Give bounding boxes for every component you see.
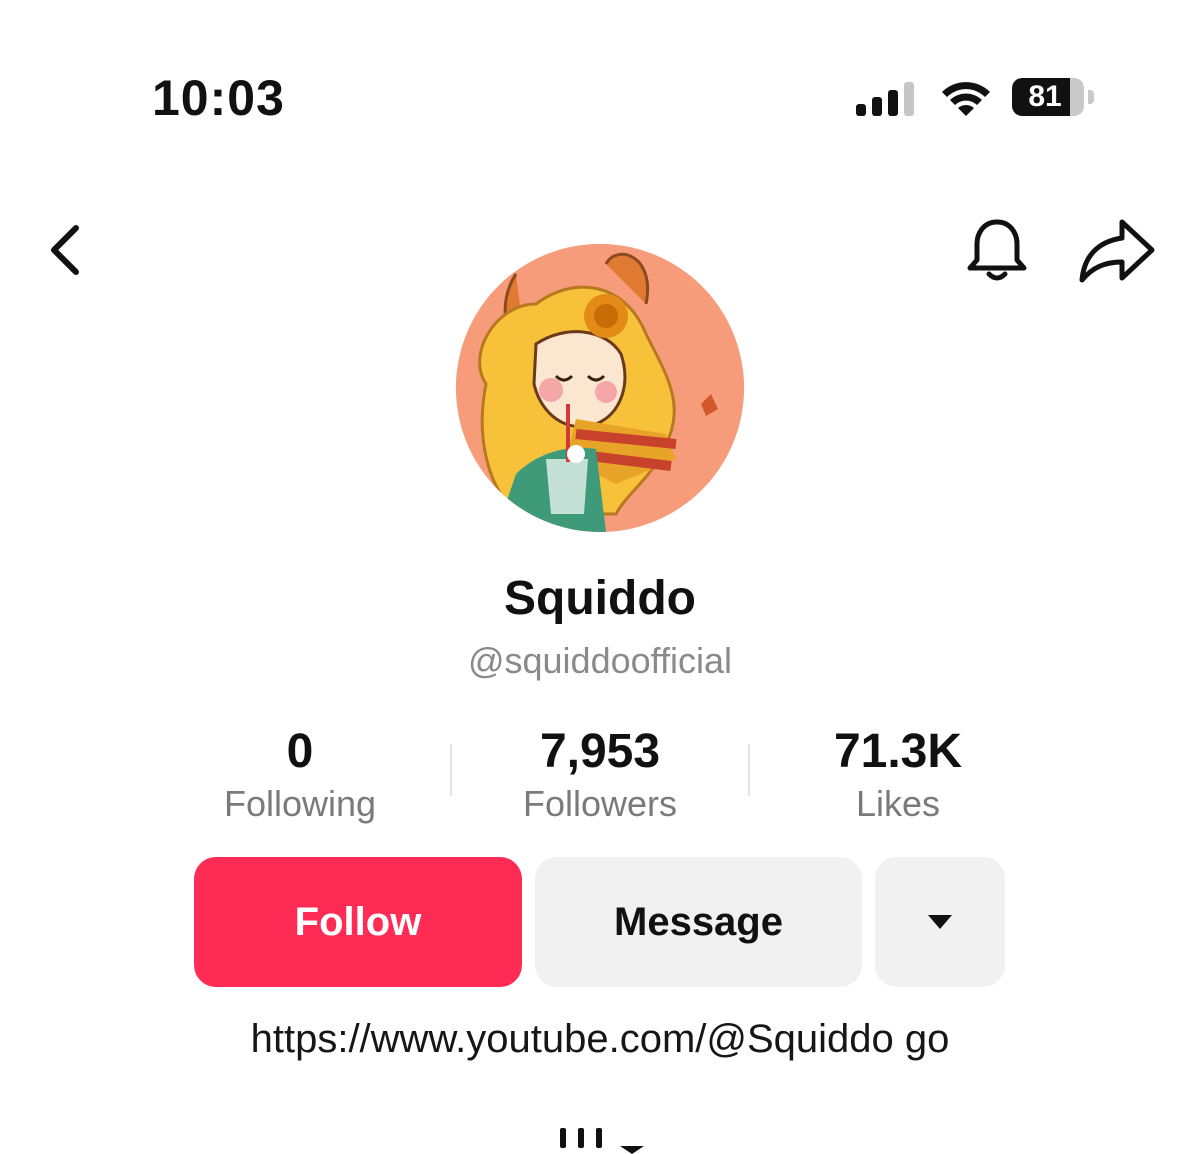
message-button[interactable]: Message <box>535 857 862 987</box>
stat-value: 71.3K <box>833 725 963 778</box>
stat-value: 7,953 <box>539 725 661 778</box>
caret-down-icon <box>928 915 952 929</box>
battery-level: 81 <box>1028 80 1062 113</box>
username: @squiddoofficial <box>467 640 733 681</box>
stat-likes[interactable]: 71.3K Likes <box>748 724 1048 826</box>
bio-link[interactable]: https://www.youtube.com/@Squiddo go <box>0 1014 1200 1064</box>
more-button[interactable] <box>875 857 1005 987</box>
avatar-illustration <box>456 244 744 532</box>
chevron-left-icon[interactable] <box>40 222 96 278</box>
battery-icon: 81 <box>1012 78 1096 118</box>
status-icons: 81 <box>856 76 1096 120</box>
avatar[interactable] <box>456 244 744 532</box>
stat-following[interactable]: 0 Following <box>150 724 450 826</box>
signal-icon <box>856 82 914 116</box>
stat-label: Likes <box>855 783 941 824</box>
stat-followers[interactable]: 7,953 Followers <box>450 724 750 826</box>
stat-label: Followers <box>522 783 678 824</box>
display-name: Squiddo <box>504 572 696 625</box>
videos-tab-icon[interactable] <box>556 1126 652 1154</box>
wifi-icon <box>942 82 990 116</box>
status-time: 10:03 <box>152 70 285 126</box>
stat-label: Following <box>223 783 377 824</box>
bell-icon[interactable] <box>962 216 1032 286</box>
stat-value: 0 <box>286 725 314 778</box>
follow-button[interactable]: Follow <box>194 857 522 987</box>
share-icon[interactable] <box>1076 218 1156 284</box>
